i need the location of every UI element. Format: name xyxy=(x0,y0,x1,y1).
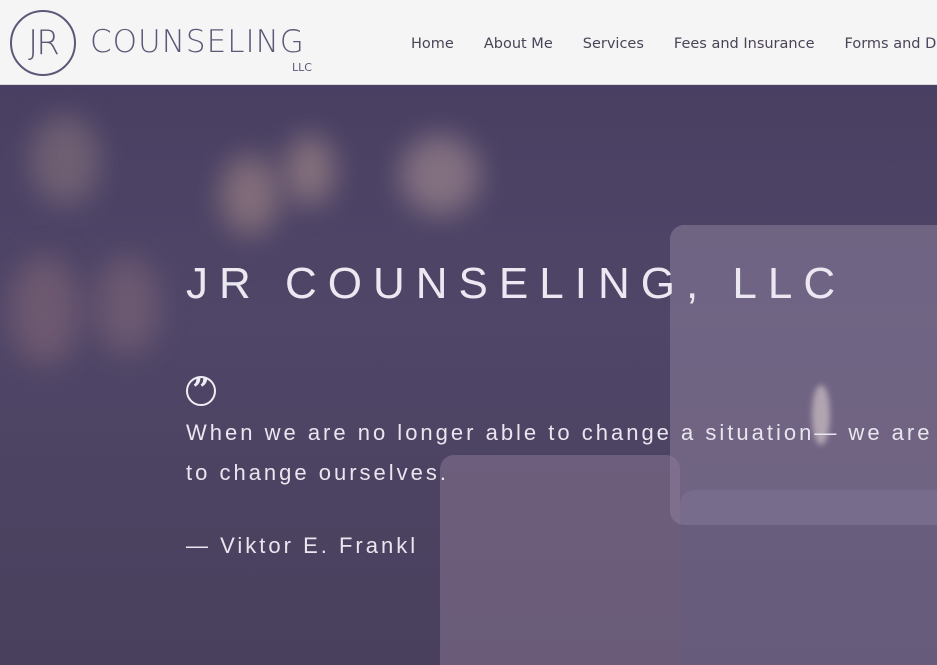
site-logo[interactable]: JR COUNSELING LLC xyxy=(10,10,320,76)
quote-icon: ” xyxy=(186,373,216,408)
quote-line: When we are no longer able to change a s… xyxy=(186,420,933,445)
nav-fees-insurance[interactable]: Fees and Insurance xyxy=(674,36,815,52)
quote-line: to change ourselves. xyxy=(186,460,450,485)
quote-author: — Viktor E. Frankl xyxy=(186,533,419,558)
nav-services[interactable]: Services xyxy=(583,36,644,52)
logo-monogram: JR xyxy=(28,23,60,63)
site-header: JR COUNSELING LLC Home About Me Services… xyxy=(0,0,937,85)
hero-section: JR COUNSELING, LLC ” When we are no long… xyxy=(0,85,937,665)
nav-forms-documents[interactable]: Forms and Doc xyxy=(845,36,937,52)
logo-suffix: LLC xyxy=(292,61,312,74)
nav-home[interactable]: Home xyxy=(411,36,454,52)
main-nav: Home About Me Services Fees and Insuranc… xyxy=(411,36,937,52)
hero-title: JR COUNSELING, LLC xyxy=(186,259,847,308)
hero-quote: When we are no longer able to change a s… xyxy=(186,413,937,493)
logo-name: COUNSELING xyxy=(90,24,305,60)
nav-about-me[interactable]: About Me xyxy=(484,36,553,52)
hero-overlay xyxy=(0,85,937,665)
